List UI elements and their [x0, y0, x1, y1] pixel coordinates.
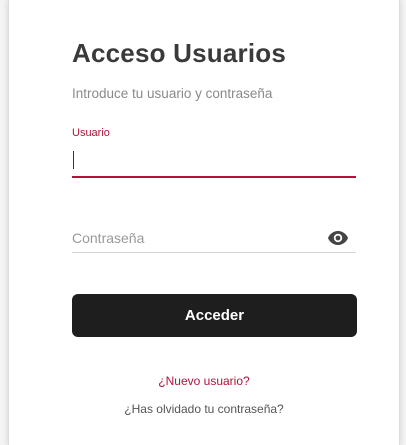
login-button[interactable]: Acceder [72, 294, 357, 337]
login-card: Acceso Usuarios Introduce tu usuario y c… [8, 0, 400, 445]
eye-icon-graphic [328, 231, 348, 245]
text-caret [73, 151, 74, 169]
eye-icon[interactable] [327, 230, 349, 246]
page-title: Acceso Usuarios [72, 38, 286, 68]
username-label: Usuario [72, 127, 110, 139]
new-user-link[interactable]: ¿Nuevo usuario? [9, 374, 399, 388]
password-input[interactable] [72, 224, 356, 253]
page-subtitle: Introduce tu usuario y contraseña [72, 86, 273, 101]
username-input[interactable] [72, 146, 356, 178]
forgot-password-link[interactable]: ¿Has olvidado tu contraseña? [9, 402, 399, 416]
